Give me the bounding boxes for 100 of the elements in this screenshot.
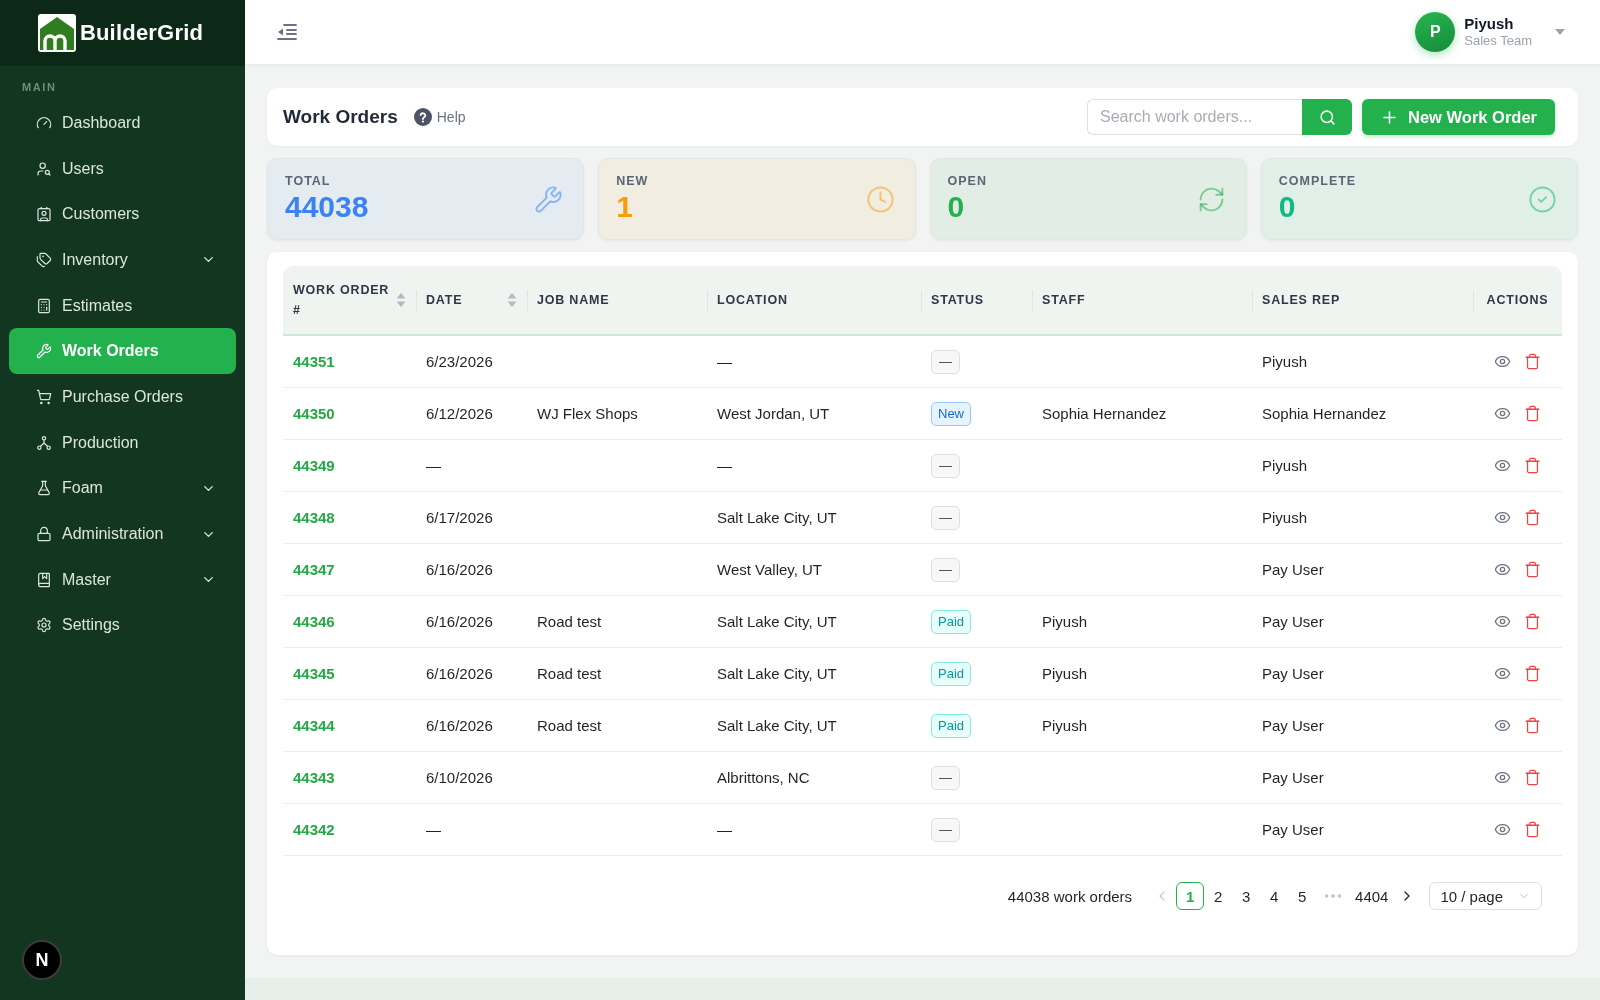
table-cell: Piyush [1262,457,1308,474]
table-cell: 6/16/2026 [426,665,493,682]
search-field[interactable]: Search work orders... [1087,99,1302,135]
trash-icon[interactable] [1524,561,1541,578]
wrench-icon [36,343,52,360]
eye-icon[interactable] [1494,353,1511,370]
table-cell: — [717,821,732,838]
table-cell: Pay User [1262,665,1324,682]
table-cell: — [717,457,732,474]
user-role: Sales Team [1464,33,1532,49]
page-size-select[interactable]: 10 / page [1429,882,1542,910]
eye-icon[interactable] [1494,665,1511,682]
section-label: MAIN [22,81,57,93]
help-link[interactable]: Help [436,109,466,125]
table-cell: Road test [537,613,602,630]
column-header[interactable]: DATE [426,290,463,310]
status-badge: Paid [931,661,972,686]
trash-icon[interactable] [1524,821,1541,838]
column-header: SALES REP [1262,292,1341,309]
column-header: ACTIONS [1486,292,1549,309]
table-cell: 6/12/2026 [426,405,493,422]
eye-icon[interactable] [1494,717,1511,734]
nav-item[interactable]: Administration [9,511,236,557]
column-header: STAFF [1042,292,1086,309]
table-cell: Sophia Hernandez [1262,405,1387,422]
table-cell: — [426,821,441,838]
nodes-icon [36,434,52,451]
eye-icon[interactable] [1494,509,1511,526]
status-badge: — [931,453,960,478]
calculator-icon [36,297,52,314]
eye-icon[interactable] [1494,457,1511,474]
trash-icon[interactable] [1524,613,1541,630]
trash-icon[interactable] [1524,509,1541,526]
trash-icon[interactable] [1524,405,1541,422]
table-cell: Pay User [1262,769,1324,786]
table-cell: Sophia Hernandez [1042,405,1167,422]
status-badge: — [931,765,960,790]
search-button[interactable] [1302,99,1352,135]
table-cell: 6/10/2026 [426,769,493,786]
eye-icon[interactable] [1494,561,1511,578]
table-cell: WJ Flex Shops [537,405,638,422]
trash-icon[interactable] [1524,665,1541,682]
table-cell: Road test [537,717,602,734]
dev-tools-button[interactable]: N [22,940,62,980]
clock-icon [865,184,895,214]
eye-icon[interactable] [1494,821,1511,838]
table-cell: Pay User [1262,561,1324,578]
stat-value: 0 [1278,190,1296,224]
tags-icon [36,251,52,268]
status-badge: — [931,349,960,374]
status-badge: — [931,505,960,530]
nav-item[interactable]: Customers [9,191,236,238]
table-cell: Pay User [1262,717,1324,734]
stat-label: TOTAL [285,174,331,188]
eye-icon[interactable] [1494,769,1511,786]
nav-item[interactable]: Settings [9,602,236,649]
trash-icon[interactable] [1524,457,1541,474]
flask-icon [36,480,52,497]
stat-value: 1 [616,190,633,224]
table-cell: Piyush [1042,665,1088,682]
check-circle-icon [1528,184,1557,214]
status-badge: Paid [931,713,972,738]
stat-label: NEW [616,174,649,188]
gauge-icon [36,114,52,131]
nav-item[interactable]: Estimates [9,282,236,329]
stat-label: OPEN [947,174,987,188]
nav-item[interactable]: Production [9,419,236,466]
stat-label: COMPLETE [1278,174,1357,188]
table-cell: — [426,457,441,474]
nav-item[interactable]: Dashboard [9,100,236,146]
nav-item[interactable]: Foam [9,465,236,512]
trash-icon[interactable] [1524,353,1541,370]
nav-item[interactable]: Master [9,556,236,603]
nav-item[interactable]: Purchase Orders [9,374,236,420]
status-badge: — [931,817,960,842]
trash-icon[interactable] [1524,717,1541,734]
lock-icon [36,526,52,543]
contact-card-icon [36,206,52,223]
eye-icon[interactable] [1494,405,1511,422]
table-cell: Salt Lake City, UT [717,613,837,630]
house-logo-icon [37,14,76,52]
settings-icon [36,617,52,634]
table-cell: Albrittons, NC [717,769,810,786]
user-search-icon [36,160,52,177]
eye-icon[interactable] [1494,613,1511,630]
table-cell: 6/16/2026 [426,717,493,734]
table-cell: Road test [537,665,602,682]
caret-down-icon[interactable] [1555,29,1565,35]
table-cell: Salt Lake City, UT [717,717,837,734]
stat-value: 0 [947,190,965,224]
trash-icon[interactable] [1524,769,1541,786]
status-badge: — [931,557,960,582]
help-icon[interactable] [413,108,432,126]
column-header: LOCATION [717,292,788,309]
menu-icon[interactable] [277,23,297,41]
wrench-icon [534,184,564,214]
column-header: STATUS [931,292,984,309]
user-name: Piyush [1464,15,1515,33]
nav-item[interactable]: Users [9,145,236,192]
nav-item[interactable]: Inventory [9,237,236,283]
